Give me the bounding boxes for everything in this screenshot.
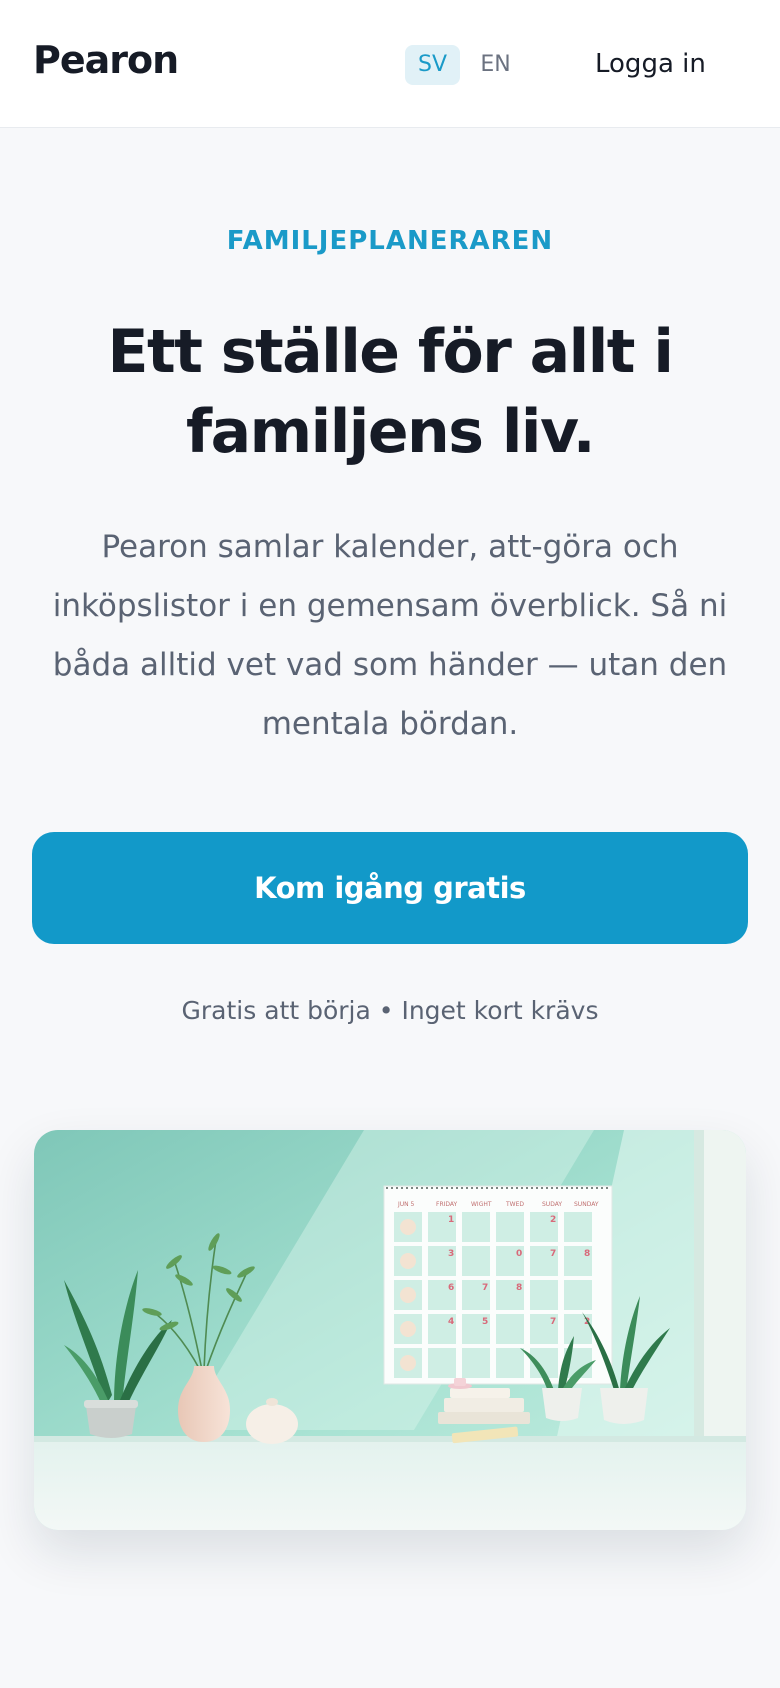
hero-subtitle: Pearon samlar kalender, att-göra och ink… [52, 529, 728, 742]
svg-text:7: 7 [550, 1249, 556, 1259]
svg-text:FRIDAY: FRIDAY [436, 1201, 458, 1208]
hero-fineprint: Gratis att börja • Inget kort krävs [181, 996, 599, 1025]
site-header: Pearon SV EN Logga in [0, 0, 780, 128]
svg-text:3: 3 [448, 1249, 454, 1259]
svg-text:SUNDAY: SUNDAY [574, 1201, 599, 1208]
svg-text:7: 7 [482, 1283, 488, 1293]
svg-text:8: 8 [516, 1283, 522, 1293]
svg-text:4: 4 [448, 1317, 454, 1327]
svg-text:JUN 5: JUN 5 [397, 1201, 415, 1208]
svg-text:TWED: TWED [505, 1201, 524, 1208]
svg-text:SUDAY: SUDAY [542, 1201, 562, 1208]
svg-text:6: 6 [448, 1283, 454, 1293]
language-en-button[interactable]: EN [468, 45, 523, 85]
svg-text:5: 5 [482, 1317, 488, 1327]
language-sv-button[interactable]: SV [405, 45, 460, 85]
svg-text:7: 7 [550, 1317, 556, 1327]
family-planner-scene-image: JUN 5 FRIDAY WIGHT TWED SUDAY SUNDAY 1 2… [34, 1130, 746, 1530]
svg-text:8: 8 [584, 1249, 590, 1259]
hero-illustration: JUN 5 FRIDAY WIGHT TWED SUDAY SUNDAY 1 2… [34, 1130, 746, 1530]
hero-title: Ett ställe för allt i familjens liv. [107, 317, 674, 467]
svg-text:2: 2 [550, 1215, 556, 1225]
hero-eyebrow: FAMILJEPLANERAREN [226, 226, 554, 256]
svg-text:WIGHT: WIGHT [471, 1201, 492, 1208]
svg-text:1: 1 [448, 1215, 454, 1225]
login-link[interactable]: Logga in [595, 44, 706, 84]
svg-text:0: 0 [516, 1249, 522, 1259]
brand-logo[interactable]: Pearon [33, 38, 179, 82]
get-started-button[interactable]: Kom igång gratis [32, 832, 748, 944]
